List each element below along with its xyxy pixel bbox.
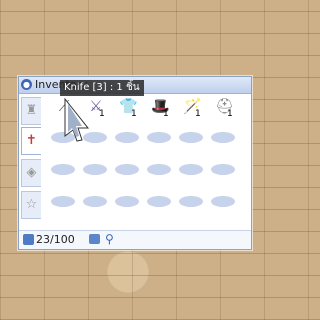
item-tooltip: Knife [3] : 1 ชิ้น — [60, 80, 144, 96]
item-count: 23/100 — [36, 233, 75, 246]
tab-usable[interactable]: ♜ — [21, 97, 41, 125]
empty-slot[interactable] — [177, 187, 205, 213]
bag-icon — [23, 234, 34, 245]
item-qty: 1 — [163, 109, 169, 119]
empty-slot[interactable] — [49, 187, 77, 213]
mouse-cursor-icon — [64, 98, 90, 142]
tab-equipment[interactable]: ✝ — [21, 127, 41, 155]
tab-etc[interactable]: ◈ — [21, 159, 41, 187]
inventory-tabs: ♜ ✝ ◈ ☆ — [21, 97, 41, 221]
empty-slot[interactable] — [209, 187, 237, 213]
item-slot-shirt[interactable]: 👕 1 — [113, 95, 141, 121]
search-icon[interactable]: ⚲ — [105, 232, 114, 246]
inventory-statusbar: 23/100 ⚲ — [19, 230, 251, 249]
lock-icon[interactable] — [89, 234, 100, 244]
empty-slot[interactable] — [177, 123, 205, 149]
empty-slot[interactable] — [113, 155, 141, 181]
item-slot-hat[interactable]: 🎩 1 — [145, 95, 173, 121]
inventory-window: ● Inventory ♜ ✝ ◈ ☆ ⟋ 1 ⚔ 1 👕 1 🎩 — [18, 76, 252, 250]
sword-icon: ✝ — [26, 133, 37, 148]
empty-slot[interactable] — [145, 123, 173, 149]
item-qty: 1 — [131, 109, 137, 119]
empty-slot[interactable] — [177, 155, 205, 181]
item-qty: 1 — [227, 109, 233, 119]
potion-icon: ♜ — [25, 103, 38, 118]
item-qty: 1 — [99, 109, 105, 119]
item-slot-rod[interactable]: 🪄 1 — [177, 95, 205, 121]
empty-slot[interactable] — [81, 187, 109, 213]
item-slot-helm[interactable]: ⛑ 1 — [209, 95, 237, 121]
empty-slot[interactable] — [113, 123, 141, 149]
empty-slot[interactable] — [49, 155, 77, 181]
gem-icon: ◈ — [26, 165, 37, 180]
empty-slot[interactable] — [81, 155, 109, 181]
window-icon: ● — [21, 79, 32, 90]
empty-slot[interactable] — [145, 155, 173, 181]
empty-slot[interactable] — [145, 187, 173, 213]
empty-slot[interactable] — [113, 187, 141, 213]
empty-slot[interactable] — [209, 155, 237, 181]
empty-slot[interactable] — [209, 123, 237, 149]
star-icon: ☆ — [25, 197, 38, 212]
tab-favorites[interactable]: ☆ — [21, 191, 41, 219]
item-qty: 1 — [195, 109, 201, 119]
